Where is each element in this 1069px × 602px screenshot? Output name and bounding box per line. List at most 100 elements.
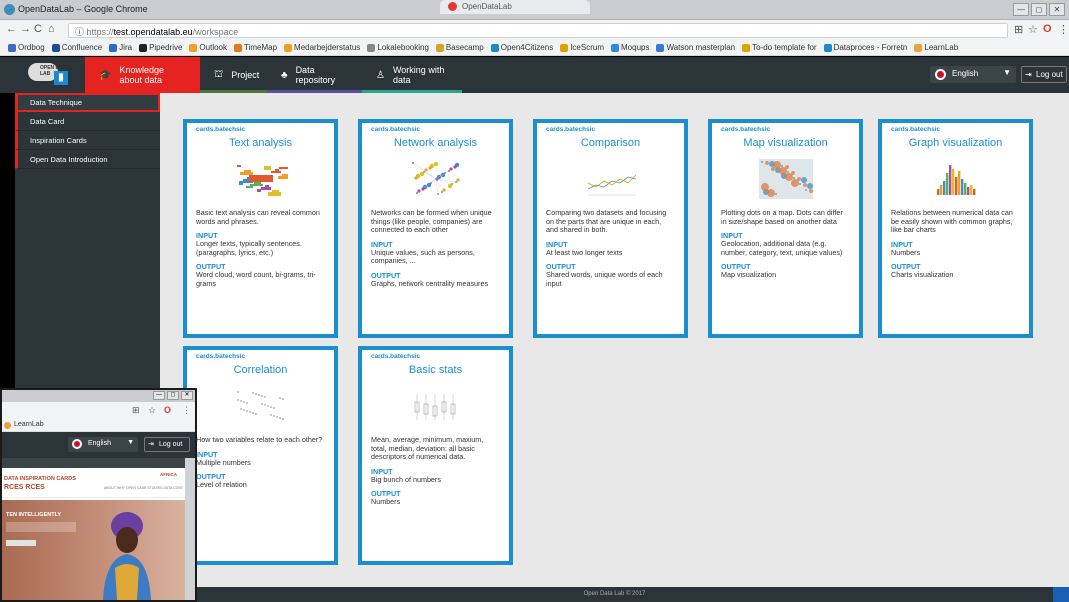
bookmark-item[interactable]: Watson masterplan <box>656 43 735 52</box>
bookmark-item[interactable]: LearnLab <box>914 43 958 52</box>
second-window-title-bar: — ◻ ✕ <box>2 390 195 402</box>
bookmark-item[interactable]: Confluence <box>51 43 103 52</box>
bookmark-label: Outlook <box>199 43 227 52</box>
card-output-value: Shared words, unique words of each input <box>546 270 663 288</box>
sidebar-item-data-technique[interactable]: Data Technique <box>15 93 160 112</box>
language-select[interactable]: English ▼ <box>930 66 1016 83</box>
bookmark-item[interactable]: Dataproces - Forretn <box>823 43 907 52</box>
bookmark-item[interactable]: Medarbejderstatus <box>284 43 360 52</box>
bookmark-item[interactable]: To-do template for <box>742 43 817 52</box>
maximize-button[interactable]: ◻ <box>1031 3 1047 16</box>
bookmark-label: Confluence <box>61 43 103 52</box>
card-title: Correlation <box>233 364 288 376</box>
browser-tab[interactable]: OpenDataLab <box>440 0 590 14</box>
inspiration-menu[interactable]: ABOUT WHY OPEN CASE STUDIES DATA CONT <box>104 486 183 490</box>
second-opera-icon[interactable]: O <box>164 405 171 415</box>
technique-card-map-visualization[interactable]: cards.batechsic Map visualization Plotting… <box>708 119 863 338</box>
bookmark-item[interactable]: Jira <box>109 43 132 52</box>
bookmark-item[interactable]: Open4Citizens <box>490 43 553 52</box>
bookmark-item[interactable]: Basecamp <box>435 43 484 52</box>
window-controls: — ◻ ✕ <box>1013 3 1065 16</box>
card-category: cards.batechsic <box>196 126 246 133</box>
technique-card-basic-stats[interactable]: cards.batechsic Basic stats Mean, average,… <box>358 346 513 565</box>
card-description: Mean, average, minimum, maxium, total, m… <box>371 435 484 461</box>
sidebar-item-inspiration-cards[interactable]: Inspiration Cards <box>15 131 160 150</box>
tab-working-with-data[interactable]: ♙ Working with data <box>362 57 462 93</box>
translate-icon[interactable]: ⊞ <box>1014 23 1023 36</box>
technique-card-network-analysis[interactable]: cards.batechsic Network analysis Networks … <box>358 119 513 338</box>
close-button[interactable]: ✕ <box>1049 3 1065 16</box>
bookmark-label: TimeMap <box>244 43 278 52</box>
sidebar-item-open-data-introduction[interactable]: Open Data Introduction <box>15 150 160 169</box>
bookmark-star-icon[interactable]: ☆ <box>1028 23 1038 36</box>
second-bookmark-learnlab[interactable]: LearnLab <box>14 421 44 428</box>
home-icon[interactable]: ⌂ <box>48 23 55 35</box>
card-description: Plotting dots on a map. Dots can differ … <box>721 208 843 226</box>
sidebar-item-data-card[interactable]: Data Card <box>15 112 160 131</box>
technique-card-graph-visualization[interactable]: cards.batechsic Graph visualization Relati… <box>878 119 1033 338</box>
bookmark-icon <box>611 43 619 52</box>
card-category: cards.batechsic <box>196 353 246 360</box>
second-menu-icon[interactable]: ⋮ <box>182 405 191 416</box>
browser-menu-icon[interactable]: ⋮ <box>1058 23 1069 36</box>
opera-extension-icon[interactable]: O <box>1043 23 1052 35</box>
forward-icon[interactable]: → <box>20 23 31 35</box>
second-bookmarks-bar: LearnLab <box>2 419 195 432</box>
bookmark-label: Lokalebooking <box>377 43 429 52</box>
bookmark-icon <box>139 43 148 52</box>
bookmark-icon <box>560 43 569 52</box>
tab-project[interactable]: ⛫ Project <box>200 57 267 93</box>
url-host: test.opendatalab.eu <box>113 27 193 37</box>
dot-map-image <box>758 159 813 199</box>
back-icon[interactable]: ← <box>6 23 17 35</box>
bookmark-item[interactable]: Outlook <box>189 43 227 52</box>
site-info-icon[interactable]: ⓘ <box>75 27 84 37</box>
card-input-value: Numbers <box>891 247 921 257</box>
hero-button[interactable] <box>6 540 36 546</box>
bookmark-item[interactable]: Moqups <box>611 43 649 52</box>
minimize-button[interactable]: — <box>1013 3 1029 16</box>
technique-card-comparison[interactable]: cards.batechsic Comparison Comparing two d… <box>533 119 688 338</box>
bookmark-item[interactable]: Pipedrive <box>139 43 182 52</box>
tab-icon: ⛫ <box>214 68 224 80</box>
tab-data-repository[interactable]: ♣ Data repository <box>267 57 362 93</box>
second-minimize-button[interactable]: — <box>153 391 165 400</box>
second-star-icon[interactable]: ☆ <box>148 405 156 416</box>
url-input[interactable]: ⓘ https://test.opendatalab.eu/workspace <box>68 23 1008 38</box>
card-output-value: Numbers <box>371 497 401 506</box>
inspiration-cards-page: DATA INSPIRATION CARDS RCES RCES AFRICA … <box>2 468 185 600</box>
card-input-value: Big bunch of numbers <box>371 474 441 484</box>
bookmark-item[interactable]: Lokalebooking <box>367 43 429 52</box>
second-language-select[interactable]: English ▼ <box>68 437 138 452</box>
second-close-button[interactable]: ✕ <box>181 391 193 400</box>
bookmark-item[interactable]: TimeMap <box>234 43 277 52</box>
card-output-value: Word cloud, word count, bi-grams, tri-gr… <box>196 270 316 288</box>
window-title: OpenDataLab – Google Chrome <box>18 4 148 14</box>
reload-icon[interactable]: C <box>34 23 42 35</box>
logout-button[interactable]: ⇥ Log out <box>1021 66 1067 83</box>
bookmark-label: To-do template for <box>752 43 817 52</box>
second-translate-icon[interactable]: ⊞ <box>132 405 140 416</box>
tab-knowledge-about-data[interactable]: 🎓 Knowledge about data <box>85 57 200 93</box>
card-input-value: Longer texts, typically sentences. (para… <box>196 239 302 257</box>
inspiration-header: DATA INSPIRATION CARDS RCES RCES AFRICA … <box>2 468 185 498</box>
card-title: Comparison <box>580 137 641 149</box>
box-plot-image <box>409 386 463 426</box>
technique-card-correlation[interactable]: cards.batechsic Correlation How two variab… <box>183 346 338 565</box>
bookmark-icon <box>189 43 198 52</box>
bookmark-item[interactable]: Ordbog <box>8 43 45 52</box>
card-description: Basic text analysis can reveal common wo… <box>196 208 320 226</box>
tab-icon: 🎓 <box>99 69 112 81</box>
card-title: Basic stats <box>408 364 463 376</box>
bookmark-label: Ordbog <box>18 43 45 52</box>
second-browser-window[interactable]: — ◻ ✕ ⊞ ☆ O ⋮ LearnLab English ▼ ⇥ Log o… <box>0 388 197 602</box>
opendatalab-logo[interactable]: OPEN DATA LAB ▮ <box>28 63 74 87</box>
second-scrollbar[interactable] <box>185 458 195 600</box>
bookmark-item[interactable]: IceScrum <box>560 43 604 52</box>
tab-title: OpenDataLab <box>462 2 512 11</box>
second-logout-button[interactable]: ⇥ Log out <box>144 437 190 452</box>
second-maximize-button[interactable]: ◻ <box>167 391 179 400</box>
card-output-value: Graphs, network centrality measures <box>371 278 489 288</box>
bar-chart-image <box>929 159 983 199</box>
technique-card-text-analysis[interactable]: cards.batechsic Text analysis Basic text a… <box>183 119 338 338</box>
